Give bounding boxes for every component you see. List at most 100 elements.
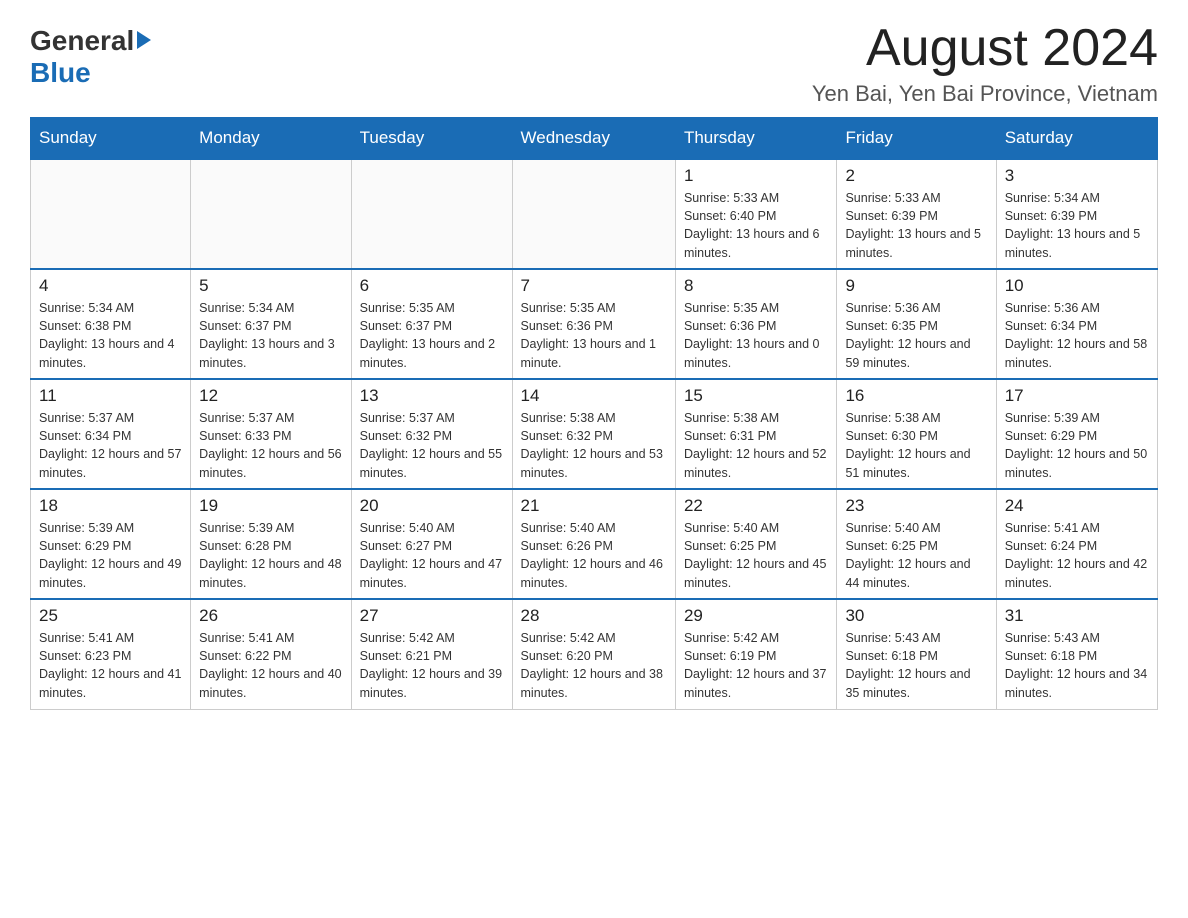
- col-header-friday: Friday: [837, 118, 996, 160]
- day-info: Sunrise: 5:40 AMSunset: 6:27 PMDaylight:…: [360, 519, 504, 592]
- day-info: Sunrise: 5:33 AMSunset: 6:39 PMDaylight:…: [845, 189, 987, 262]
- day-number: 27: [360, 606, 504, 626]
- day-number: 28: [521, 606, 667, 626]
- calendar-cell-w5-d2: 26Sunrise: 5:41 AMSunset: 6:22 PMDayligh…: [191, 599, 351, 709]
- day-number: 31: [1005, 606, 1149, 626]
- day-number: 22: [684, 496, 829, 516]
- calendar-cell-w1-d2: [191, 159, 351, 269]
- day-number: 4: [39, 276, 182, 296]
- day-number: 10: [1005, 276, 1149, 296]
- page-header: General Blue August 2024 Yen Bai, Yen Ba…: [30, 20, 1158, 107]
- day-number: 24: [1005, 496, 1149, 516]
- calendar-cell-w4-d7: 24 Sunrise: 5:41 AMSunset: 6:24 PMDayligh…: [996, 489, 1157, 599]
- calendar-cell-w5-d1: 25 Sunrise: 5:41 AMSunset: 6:23 PMDayligh…: [31, 599, 191, 709]
- day-info: Sunrise: 5:43 AMSunset: 6:18 PMDaylight:…: [1005, 629, 1149, 702]
- day-info: Sunrise: 5:40 AMSunset: 6:25 PMDaylight:…: [845, 519, 987, 592]
- calendar-table: Sunday Monday Tuesday Wednesday Thursday…: [30, 117, 1158, 710]
- day-info: Sunrise: 5:38 AMSunset: 6:31 PMDaylight:…: [684, 409, 829, 482]
- day-number: 11: [39, 386, 182, 406]
- calendar-header-row: Sunday Monday Tuesday Wednesday Thursday…: [31, 118, 1158, 160]
- calendar-cell-w3-d3: 13Sunrise: 5:37 AMSunset: 6:32 PMDayligh…: [351, 379, 512, 489]
- calendar-cell-w1-d7: 3Sunrise: 5:34 AMSunset: 6:39 PMDaylight…: [996, 159, 1157, 269]
- day-number: 20: [360, 496, 504, 516]
- week-row-2: 4Sunrise: 5:34 AMSunset: 6:38 PMDaylight…: [31, 269, 1158, 379]
- day-info: Sunrise: 5:36 AMSunset: 6:34 PMDaylight:…: [1005, 299, 1149, 372]
- week-row-5: 25 Sunrise: 5:41 AMSunset: 6:23 PMDayligh…: [31, 599, 1158, 709]
- day-info: Sunrise: 5:38 AMSunset: 6:32 PMDaylight:…: [521, 409, 667, 482]
- calendar-cell-w4-d2: 19 Sunrise: 5:39 AMSunset: 6:28 PMDayligh…: [191, 489, 351, 599]
- day-info: Sunrise: 5:40 AMSunset: 6:25 PMDaylight:…: [684, 519, 829, 592]
- day-number: 12: [199, 386, 342, 406]
- day-number: 7: [521, 276, 667, 296]
- calendar-cell-w1-d1: [31, 159, 191, 269]
- day-number: 25: [39, 606, 182, 626]
- day-number: 5: [199, 276, 342, 296]
- calendar-cell-w4-d1: 18 Sunrise: 5:39 AMSunset: 6:29 PMDayligh…: [31, 489, 191, 599]
- main-title: August 2024: [812, 20, 1158, 77]
- calendar-cell-w5-d7: 31 Sunrise: 5:43 AMSunset: 6:18 PMDayligh…: [996, 599, 1157, 709]
- calendar-cell-w1-d6: 2 Sunrise: 5:33 AMSunset: 6:39 PMDaylight…: [837, 159, 996, 269]
- day-number: 18: [39, 496, 182, 516]
- col-header-monday: Monday: [191, 118, 351, 160]
- day-info: Sunrise: 5:35 AMSunset: 6:36 PMDaylight:…: [521, 299, 667, 372]
- day-info: Sunrise: 5:37 AMSunset: 6:34 PMDaylight:…: [39, 409, 182, 482]
- calendar-cell-w3-d7: 17 Sunrise: 5:39 AMSunset: 6:29 PMDayligh…: [996, 379, 1157, 489]
- day-info: Sunrise: 5:37 AMSunset: 6:33 PMDaylight:…: [199, 409, 342, 482]
- calendar-cell-w5-d5: 29Sunrise: 5:42 AMSunset: 6:19 PMDayligh…: [675, 599, 837, 709]
- calendar-cell-w5-d3: 27 Sunrise: 5:42 AMSunset: 6:21 PMDayligh…: [351, 599, 512, 709]
- logo: General Blue: [30, 25, 151, 89]
- week-row-4: 18 Sunrise: 5:39 AMSunset: 6:29 PMDayligh…: [31, 489, 1158, 599]
- calendar-cell-w1-d5: 1 Sunrise: 5:33 AMSunset: 6:40 PMDaylight…: [675, 159, 837, 269]
- col-header-tuesday: Tuesday: [351, 118, 512, 160]
- col-header-saturday: Saturday: [996, 118, 1157, 160]
- day-info: Sunrise: 5:39 AMSunset: 6:28 PMDaylight:…: [199, 519, 342, 592]
- day-number: 15: [684, 386, 829, 406]
- logo-arrow-icon: [137, 31, 151, 49]
- calendar-cell-w2-d3: 6Sunrise: 5:35 AMSunset: 6:37 PMDaylight…: [351, 269, 512, 379]
- col-header-wednesday: Wednesday: [512, 118, 675, 160]
- day-info: Sunrise: 5:38 AMSunset: 6:30 PMDaylight:…: [845, 409, 987, 482]
- day-number: 21: [521, 496, 667, 516]
- day-info: Sunrise: 5:39 AMSunset: 6:29 PMDaylight:…: [39, 519, 182, 592]
- day-info: Sunrise: 5:35 AMSunset: 6:36 PMDaylight:…: [684, 299, 829, 372]
- day-number: 1: [684, 166, 829, 186]
- day-info: Sunrise: 5:39 AMSunset: 6:29 PMDaylight:…: [1005, 409, 1149, 482]
- day-number: 13: [360, 386, 504, 406]
- day-number: 16: [845, 386, 987, 406]
- calendar-cell-w4-d3: 20 Sunrise: 5:40 AMSunset: 6:27 PMDayligh…: [351, 489, 512, 599]
- day-number: 23: [845, 496, 987, 516]
- day-number: 2: [845, 166, 987, 186]
- calendar-cell-w3-d5: 15 Sunrise: 5:38 AMSunset: 6:31 PMDayligh…: [675, 379, 837, 489]
- day-number: 19: [199, 496, 342, 516]
- day-info: Sunrise: 5:41 AMSunset: 6:24 PMDaylight:…: [1005, 519, 1149, 592]
- day-number: 17: [1005, 386, 1149, 406]
- day-number: 6: [360, 276, 504, 296]
- day-info: Sunrise: 5:41 AMSunset: 6:22 PMDaylight:…: [199, 629, 342, 702]
- day-info: Sunrise: 5:40 AMSunset: 6:26 PMDaylight:…: [521, 519, 667, 592]
- calendar-cell-w2-d2: 5 Sunrise: 5:34 AMSunset: 6:37 PMDaylight…: [191, 269, 351, 379]
- day-number: 14: [521, 386, 667, 406]
- calendar-cell-w3-d2: 12 Sunrise: 5:37 AMSunset: 6:33 PMDayligh…: [191, 379, 351, 489]
- day-number: 8: [684, 276, 829, 296]
- day-number: 9: [845, 276, 987, 296]
- calendar-cell-w3-d1: 11 Sunrise: 5:37 AMSunset: 6:34 PMDayligh…: [31, 379, 191, 489]
- calendar-cell-w2-d5: 8 Sunrise: 5:35 AMSunset: 6:36 PMDaylight…: [675, 269, 837, 379]
- calendar-cell-w2-d4: 7 Sunrise: 5:35 AMSunset: 6:36 PMDaylight…: [512, 269, 675, 379]
- calendar-cell-w3-d4: 14 Sunrise: 5:38 AMSunset: 6:32 PMDayligh…: [512, 379, 675, 489]
- day-info: Sunrise: 5:33 AMSunset: 6:40 PMDaylight:…: [684, 189, 829, 262]
- calendar-cell-w5-d4: 28Sunrise: 5:42 AMSunset: 6:20 PMDayligh…: [512, 599, 675, 709]
- day-number: 30: [845, 606, 987, 626]
- calendar-cell-w2-d1: 4Sunrise: 5:34 AMSunset: 6:38 PMDaylight…: [31, 269, 191, 379]
- week-row-1: 1 Sunrise: 5:33 AMSunset: 6:40 PMDaylight…: [31, 159, 1158, 269]
- calendar-cell-w4-d6: 23 Sunrise: 5:40 AMSunset: 6:25 PMDayligh…: [837, 489, 996, 599]
- calendar-cell-w1-d3: [351, 159, 512, 269]
- calendar-cell-w1-d4: [512, 159, 675, 269]
- title-section: August 2024 Yen Bai, Yen Bai Province, V…: [812, 20, 1158, 107]
- day-info: Sunrise: 5:34 AMSunset: 6:37 PMDaylight:…: [199, 299, 342, 372]
- day-info: Sunrise: 5:41 AMSunset: 6:23 PMDaylight:…: [39, 629, 182, 702]
- calendar-cell-w4-d4: 21 Sunrise: 5:40 AMSunset: 6:26 PMDayligh…: [512, 489, 675, 599]
- day-info: Sunrise: 5:42 AMSunset: 6:21 PMDaylight:…: [360, 629, 504, 702]
- day-info: Sunrise: 5:36 AMSunset: 6:35 PMDaylight:…: [845, 299, 987, 372]
- day-number: 3: [1005, 166, 1149, 186]
- logo-general-text: General: [30, 25, 134, 57]
